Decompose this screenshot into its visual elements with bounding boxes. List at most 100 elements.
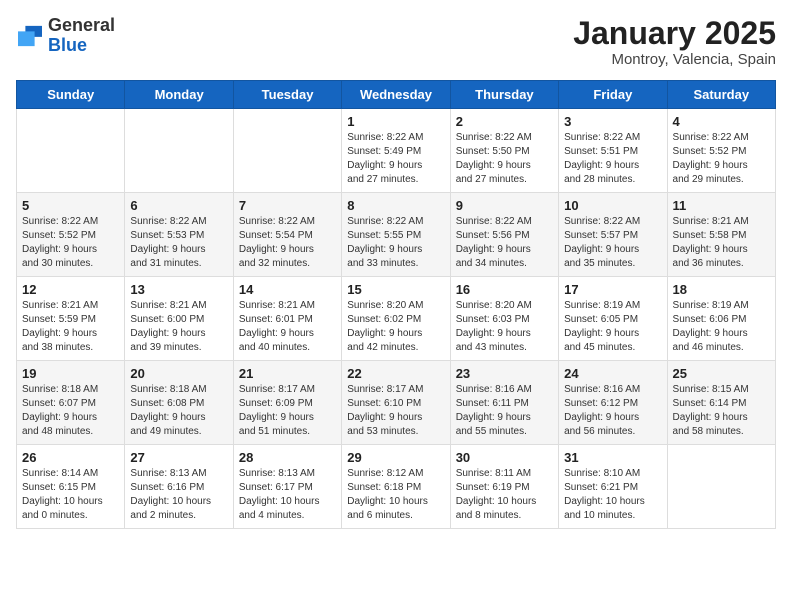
day-info: Sunrise: 8:16 AM Sunset: 6:11 PM Dayligh… — [456, 383, 553, 439]
day-number: 31 — [564, 450, 661, 465]
calendar: SundayMondayTuesdayWednesdayThursdayFrid… — [16, 80, 776, 529]
weekday-header-sunday: Sunday — [17, 81, 125, 109]
calendar-cell: 18 Sunrise: 8:19 AM Sunset: 6:06 PM Dayli… — [667, 277, 775, 361]
calendar-cell: 27 Sunrise: 8:13 AM Sunset: 6:16 PM Dayli… — [125, 445, 233, 529]
day-info: Sunrise: 8:19 AM Sunset: 6:06 PM Dayligh… — [673, 299, 770, 355]
day-number: 16 — [456, 282, 553, 297]
day-number: 7 — [239, 198, 336, 213]
calendar-cell: 14 Sunrise: 8:21 AM Sunset: 6:01 PM Dayli… — [233, 277, 341, 361]
calendar-cell: 6 Sunrise: 8:22 AM Sunset: 5:53 PM Daylig… — [125, 193, 233, 277]
day-number: 30 — [456, 450, 553, 465]
day-number: 2 — [456, 114, 553, 129]
calendar-cell: 28 Sunrise: 8:13 AM Sunset: 6:17 PM Dayli… — [233, 445, 341, 529]
day-number: 27 — [130, 450, 227, 465]
day-info: Sunrise: 8:22 AM Sunset: 5:57 PM Dayligh… — [564, 215, 661, 271]
day-number: 12 — [22, 282, 119, 297]
calendar-cell: 22 Sunrise: 8:17 AM Sunset: 6:10 PM Dayli… — [342, 361, 450, 445]
day-number: 25 — [673, 366, 770, 381]
day-number: 28 — [239, 450, 336, 465]
page-header: General Blue January 2025 Montroy, Valen… — [16, 16, 776, 68]
day-number: 5 — [22, 198, 119, 213]
calendar-cell: 4 Sunrise: 8:22 AM Sunset: 5:52 PM Daylig… — [667, 109, 775, 193]
day-info: Sunrise: 8:22 AM Sunset: 5:56 PM Dayligh… — [456, 215, 553, 271]
calendar-cell: 7 Sunrise: 8:22 AM Sunset: 5:54 PM Daylig… — [233, 193, 341, 277]
day-info: Sunrise: 8:21 AM Sunset: 6:01 PM Dayligh… — [239, 299, 336, 355]
day-number: 3 — [564, 114, 661, 129]
calendar-cell — [125, 109, 233, 193]
day-number: 17 — [564, 282, 661, 297]
day-number: 18 — [673, 282, 770, 297]
day-number: 22 — [347, 366, 444, 381]
day-info: Sunrise: 8:14 AM Sunset: 6:15 PM Dayligh… — [22, 467, 119, 523]
calendar-cell: 11 Sunrise: 8:21 AM Sunset: 5:58 PM Dayli… — [667, 193, 775, 277]
calendar-cell — [667, 445, 775, 529]
day-info: Sunrise: 8:22 AM Sunset: 5:53 PM Dayligh… — [130, 215, 227, 271]
calendar-cell: 31 Sunrise: 8:10 AM Sunset: 6:21 PM Dayli… — [559, 445, 667, 529]
day-info: Sunrise: 8:15 AM Sunset: 6:14 PM Dayligh… — [673, 383, 770, 439]
calendar-cell: 3 Sunrise: 8:22 AM Sunset: 5:51 PM Daylig… — [559, 109, 667, 193]
calendar-cell: 13Sunrise: 8:21 AM Sunset: 6:00 PM Dayli… — [125, 277, 233, 361]
day-info: Sunrise: 8:20 AM Sunset: 6:03 PM Dayligh… — [456, 299, 553, 355]
calendar-cell: 25 Sunrise: 8:15 AM Sunset: 6:14 PM Dayli… — [667, 361, 775, 445]
day-number: 14 — [239, 282, 336, 297]
calendar-cell: 23 Sunrise: 8:16 AM Sunset: 6:11 PM Dayli… — [450, 361, 558, 445]
day-number: 10 — [564, 198, 661, 213]
calendar-cell: 30 Sunrise: 8:11 AM Sunset: 6:19 PM Dayli… — [450, 445, 558, 529]
calendar-cell: 17 Sunrise: 8:19 AM Sunset: 6:05 PM Dayli… — [559, 277, 667, 361]
day-info: Sunrise: 8:22 AM Sunset: 5:50 PM Dayligh… — [456, 131, 553, 187]
calendar-cell: 20 Sunrise: 8:18 AM Sunset: 6:08 PM Dayli… — [125, 361, 233, 445]
logo-blue: Blue — [48, 36, 115, 56]
weekday-header-monday: Monday — [125, 81, 233, 109]
day-number: 20 — [130, 366, 227, 381]
day-number: 9 — [456, 198, 553, 213]
day-info: Sunrise: 8:22 AM Sunset: 5:49 PM Dayligh… — [347, 131, 444, 187]
calendar-cell: 1Sunrise: 8:22 AM Sunset: 5:49 PM Daylig… — [342, 109, 450, 193]
day-number: 8 — [347, 198, 444, 213]
day-number: 23 — [456, 366, 553, 381]
day-number: 4 — [673, 114, 770, 129]
day-info: Sunrise: 8:13 AM Sunset: 6:16 PM Dayligh… — [130, 467, 227, 523]
weekday-header-saturday: Saturday — [667, 81, 775, 109]
calendar-cell: 9 Sunrise: 8:22 AM Sunset: 5:56 PM Daylig… — [450, 193, 558, 277]
day-number: 24 — [564, 366, 661, 381]
day-info: Sunrise: 8:20 AM Sunset: 6:02 PM Dayligh… — [347, 299, 444, 355]
weekday-header-wednesday: Wednesday — [342, 81, 450, 109]
month-title: January 2025 — [573, 16, 776, 51]
calendar-cell: 2 Sunrise: 8:22 AM Sunset: 5:50 PM Daylig… — [450, 109, 558, 193]
logo-icon — [16, 24, 44, 48]
calendar-cell: 26Sunrise: 8:14 AM Sunset: 6:15 PM Dayli… — [17, 445, 125, 529]
day-info: Sunrise: 8:22 AM Sunset: 5:55 PM Dayligh… — [347, 215, 444, 271]
calendar-cell: 16 Sunrise: 8:20 AM Sunset: 6:03 PM Dayli… — [450, 277, 558, 361]
day-info: Sunrise: 8:17 AM Sunset: 6:09 PM Dayligh… — [239, 383, 336, 439]
day-info: Sunrise: 8:22 AM Sunset: 5:52 PM Dayligh… — [22, 215, 119, 271]
day-info: Sunrise: 8:17 AM Sunset: 6:10 PM Dayligh… — [347, 383, 444, 439]
weekday-header-tuesday: Tuesday — [233, 81, 341, 109]
weekday-header-thursday: Thursday — [450, 81, 558, 109]
logo: General Blue — [16, 16, 115, 56]
day-number: 19 — [22, 366, 119, 381]
day-info: Sunrise: 8:22 AM Sunset: 5:54 PM Dayligh… — [239, 215, 336, 271]
calendar-cell: 15 Sunrise: 8:20 AM Sunset: 6:02 PM Dayli… — [342, 277, 450, 361]
logo-general: General — [48, 16, 115, 36]
day-number: 15 — [347, 282, 444, 297]
day-info: Sunrise: 8:13 AM Sunset: 6:17 PM Dayligh… — [239, 467, 336, 523]
day-info: Sunrise: 8:12 AM Sunset: 6:18 PM Dayligh… — [347, 467, 444, 523]
day-info: Sunrise: 8:22 AM Sunset: 5:52 PM Dayligh… — [673, 131, 770, 187]
calendar-cell: 10 Sunrise: 8:22 AM Sunset: 5:57 PM Dayli… — [559, 193, 667, 277]
day-info: Sunrise: 8:11 AM Sunset: 6:19 PM Dayligh… — [456, 467, 553, 523]
day-number: 6 — [130, 198, 227, 213]
calendar-cell — [17, 109, 125, 193]
day-info: Sunrise: 8:22 AM Sunset: 5:51 PM Dayligh… — [564, 131, 661, 187]
calendar-cell: 24 Sunrise: 8:16 AM Sunset: 6:12 PM Dayli… — [559, 361, 667, 445]
day-info: Sunrise: 8:16 AM Sunset: 6:12 PM Dayligh… — [564, 383, 661, 439]
calendar-cell: 12 Sunrise: 8:21 AM Sunset: 5:59 PM Dayli… — [17, 277, 125, 361]
day-info: Sunrise: 8:18 AM Sunset: 6:08 PM Dayligh… — [130, 383, 227, 439]
day-info: Sunrise: 8:19 AM Sunset: 6:05 PM Dayligh… — [564, 299, 661, 355]
weekday-header-friday: Friday — [559, 81, 667, 109]
day-info: Sunrise: 8:21 AM Sunset: 5:59 PM Dayligh… — [22, 299, 119, 355]
day-number: 11 — [673, 198, 770, 213]
calendar-cell: 8 Sunrise: 8:22 AM Sunset: 5:55 PM Daylig… — [342, 193, 450, 277]
day-info: Sunrise: 8:10 AM Sunset: 6:21 PM Dayligh… — [564, 467, 661, 523]
calendar-cell: 19Sunrise: 8:18 AM Sunset: 6:07 PM Dayli… — [17, 361, 125, 445]
day-info: Sunrise: 8:21 AM Sunset: 5:58 PM Dayligh… — [673, 215, 770, 271]
